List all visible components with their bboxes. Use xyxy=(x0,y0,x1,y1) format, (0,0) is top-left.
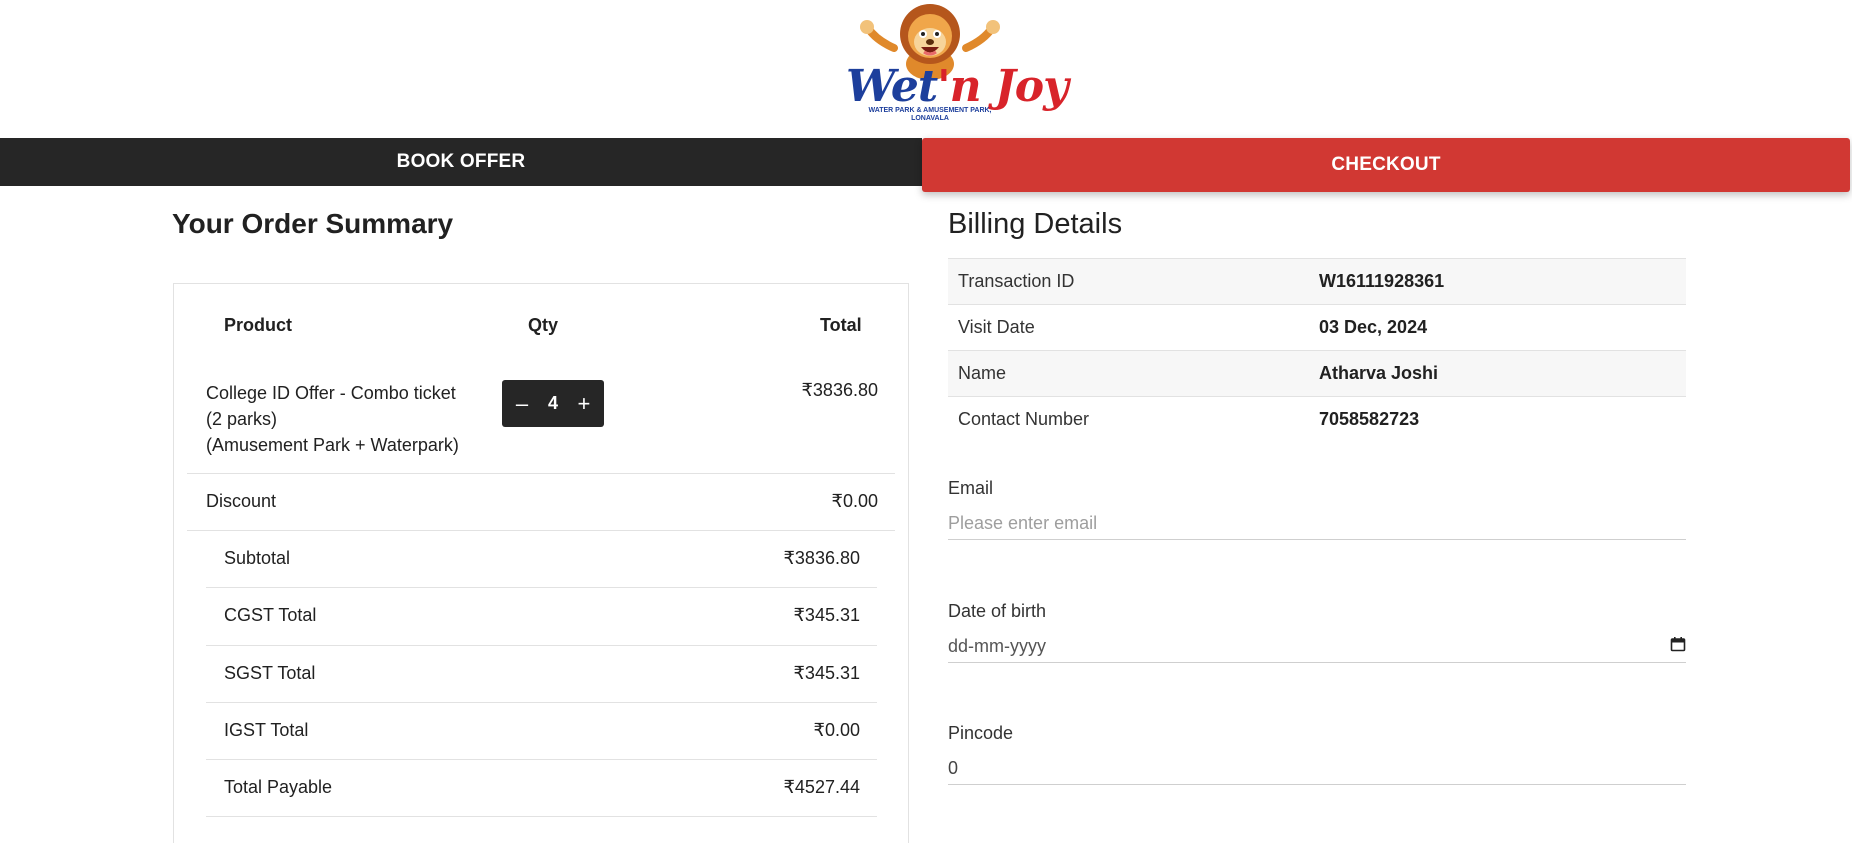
product-name: College ID Offer - Combo ticket (2 parks… xyxy=(206,380,459,458)
billing-row-name: Name Atharva Joshi xyxy=(948,350,1686,396)
tab-checkout-label: CHECKOUT xyxy=(1331,154,1441,175)
igst-total-value: ₹0.00 xyxy=(813,720,861,740)
date-of-birth-field[interactable]: dd-mm-yyyy xyxy=(948,631,1686,663)
billing-row-visit-date: Visit Date 03 Dec, 2024 xyxy=(948,304,1686,350)
email-field[interactable] xyxy=(948,508,1686,540)
product-name-line: (Amusement Park + Waterpark) xyxy=(206,435,459,455)
logo-tagline: WATER PARK & AMUSEMENT PARK, xyxy=(868,107,992,114)
subtotal-value: ₹3836.80 xyxy=(783,548,860,568)
billing-row-contact-number: Contact Number 7058582723 xyxy=(948,396,1686,442)
billing-row-label: Name xyxy=(958,363,1007,383)
logo-tagline-location: LONAVALA xyxy=(911,115,949,122)
dob-placeholder: dd-mm-yyyy xyxy=(948,636,1046,656)
increase-qty-button[interactable]: + xyxy=(574,392,594,415)
logo-text-wet: Wet xyxy=(846,61,938,112)
transaction-id-value: W16111928361 xyxy=(1319,271,1445,291)
discount-value: ₹0.00 xyxy=(831,491,879,511)
tab-book-offer-label: BOOK OFFER xyxy=(396,151,526,172)
total-payable-label: Total Payable xyxy=(224,777,333,797)
billing-row-label: Transaction ID xyxy=(958,271,1075,291)
sgst-total-value: ₹345.31 xyxy=(793,663,860,683)
calendar-icon[interactable] xyxy=(1670,636,1686,657)
tab-checkout[interactable]: CHECKOUT xyxy=(922,138,1850,192)
decrease-qty-button[interactable]: – xyxy=(512,392,532,415)
column-header-total: Total xyxy=(820,315,862,335)
quantity-stepper[interactable]: – 4 + xyxy=(502,380,604,427)
billing-details-title: Billing Details xyxy=(948,208,1123,240)
divider xyxy=(206,702,877,703)
discount-label: Discount xyxy=(206,491,277,511)
divider xyxy=(206,759,877,760)
pincode-label: Pincode xyxy=(948,723,1014,743)
billing-row-label: Visit Date xyxy=(958,317,1035,337)
subtotal-label: Subtotal xyxy=(224,548,291,568)
product-name-line: College ID Offer - Combo ticket xyxy=(206,383,456,403)
billing-row-transaction-id: Transaction ID W16111928361 xyxy=(948,258,1686,304)
tab-book-offer[interactable]: BOOK OFFER xyxy=(0,138,922,186)
divider xyxy=(187,473,895,474)
logo-text-joy: 'n Joy xyxy=(937,61,1069,112)
cgst-total-label: CGST Total xyxy=(224,605,317,625)
billing-info-table: Transaction ID W16111928361 Visit Date 0… xyxy=(948,258,1686,442)
product-name-line: (2 parks) xyxy=(206,409,278,429)
total-payable-value: ₹4527.44 xyxy=(783,777,860,797)
billing-row-label: Contact Number xyxy=(958,409,1090,429)
email-label: Email xyxy=(948,478,994,498)
column-header-qty: Qty xyxy=(528,315,559,335)
column-header-product: Product xyxy=(224,315,293,335)
sgst-total-label: SGST Total xyxy=(224,663,316,683)
product-total: ₹3836.80 xyxy=(801,380,878,400)
cgst-total-value: ₹345.31 xyxy=(793,605,860,625)
wet-n-joy-logo[interactable]: Wet'n Joy WATER PARK & AMUSEMENT PARK, L… xyxy=(846,0,1069,126)
contact-number-value: 7058582723 xyxy=(1319,409,1420,429)
divider xyxy=(187,530,895,531)
igst-total-label: IGST Total xyxy=(224,720,309,740)
divider xyxy=(206,645,877,646)
pincode-field[interactable] xyxy=(948,753,1686,785)
quantity-value: 4 xyxy=(547,393,558,413)
name-value: Atharva Joshi xyxy=(1319,363,1439,383)
visit-date-value: 03 Dec, 2024 xyxy=(1319,317,1428,337)
order-summary-title: Your Order Summary xyxy=(172,208,454,239)
divider xyxy=(206,816,877,817)
dob-label: Date of birth xyxy=(948,601,1047,621)
divider xyxy=(206,587,877,588)
